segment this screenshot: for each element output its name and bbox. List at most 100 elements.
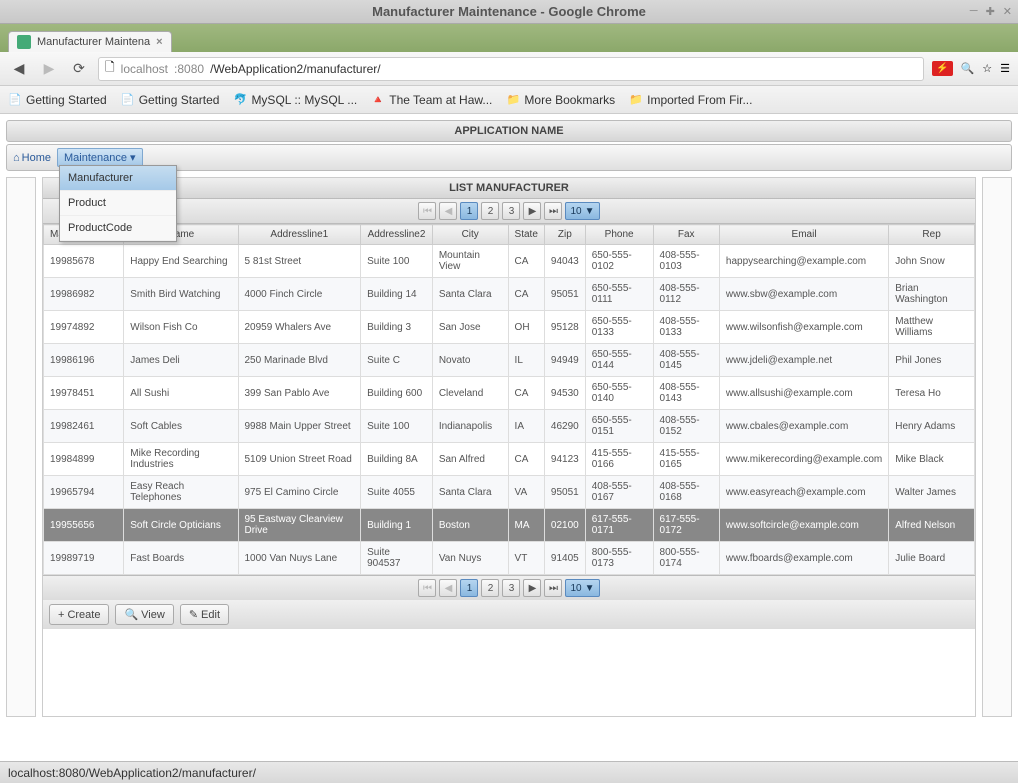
- cell-phone: 650-555-0111: [585, 278, 653, 311]
- column-header[interactable]: Rep: [889, 225, 975, 245]
- bookmark-label: More Bookmarks: [524, 93, 615, 107]
- cell-city: Cleveland: [432, 377, 508, 410]
- pager-page-2[interactable]: 2: [481, 202, 499, 220]
- pager-page-1[interactable]: 1: [460, 579, 478, 597]
- cell-fax: 408-555-0143: [653, 377, 719, 410]
- zoom-icon[interactable]: 🔍: [961, 62, 975, 75]
- bookmark-item[interactable]: 📁More Bookmarks: [506, 93, 615, 107]
- cell-fax: 408-555-0152: [653, 410, 719, 443]
- action-bar: +Create 🔍View ✎Edit: [43, 600, 975, 629]
- view-button[interactable]: 🔍View: [115, 604, 173, 625]
- star-icon[interactable]: ☆: [982, 62, 992, 75]
- table-row[interactable]: 19984899Mike Recording Industries5109 Un…: [44, 443, 975, 476]
- bookmark-item[interactable]: 🐬MySQL :: MySQL ...: [233, 93, 357, 107]
- column-header[interactable]: Fax: [653, 225, 719, 245]
- cell-city: Mountain View: [432, 245, 508, 278]
- maximize-icon[interactable]: ✚: [986, 5, 995, 18]
- column-header[interactable]: Email: [719, 225, 888, 245]
- cell-a1: 975 El Camino Circle: [238, 476, 361, 509]
- pager-page-2[interactable]: 2: [481, 579, 499, 597]
- table-row[interactable]: 19978451All Sushi399 San Pablo AveBuildi…: [44, 377, 975, 410]
- tab-close-icon[interactable]: ×: [156, 36, 162, 48]
- cell-email: www.wilsonfish@example.com: [719, 311, 888, 344]
- column-header[interactable]: Zip: [544, 225, 585, 245]
- cell-email: www.mikerecording@example.com: [719, 443, 888, 476]
- table-row[interactable]: 19986196James Deli250 Marinade BlvdSuite…: [44, 344, 975, 377]
- cell-state: MA: [508, 509, 544, 542]
- page-size-select[interactable]: 10 ▼: [565, 202, 599, 220]
- table-row[interactable]: 19974892Wilson Fish Co20959 Whalers AveB…: [44, 311, 975, 344]
- column-header[interactable]: Addressline2: [361, 225, 433, 245]
- pager-first[interactable]: ⏮: [418, 579, 436, 597]
- reload-button[interactable]: ⟳: [68, 58, 90, 80]
- cell-rep: Walter James: [889, 476, 975, 509]
- cell-name: Easy Reach Telephones: [124, 476, 238, 509]
- table-row[interactable]: 19989719Fast Boards1000 Van Nuys LaneSui…: [44, 542, 975, 575]
- menu-item-product[interactable]: Product: [60, 191, 176, 216]
- forward-button[interactable]: ▶: [38, 58, 60, 80]
- pager-prev[interactable]: ◀: [439, 202, 457, 220]
- cell-a2: Building 14: [361, 278, 433, 311]
- close-icon[interactable]: ✕: [1003, 5, 1012, 18]
- cell-phone: 650-555-0144: [585, 344, 653, 377]
- home-crumb[interactable]: ⌂ Home: [13, 152, 51, 164]
- cell-phone: 650-555-0151: [585, 410, 653, 443]
- back-button[interactable]: ◀: [8, 58, 30, 80]
- bookmark-item[interactable]: 🔺The Team at Haw...: [371, 93, 492, 107]
- bookmark-item[interactable]: 📁Imported From Fir...: [629, 93, 752, 107]
- menu-item-manufacturer[interactable]: Manufacturer: [60, 166, 176, 191]
- table-row[interactable]: 19986982Smith Bird Watching4000 Finch Ci…: [44, 278, 975, 311]
- bookmark-item[interactable]: 📄Getting Started: [8, 93, 107, 107]
- column-header[interactable]: City: [432, 225, 508, 245]
- pager-page-3[interactable]: 3: [502, 202, 520, 220]
- cell-a2: Suite 100: [361, 410, 433, 443]
- cell-name: All Sushi: [124, 377, 238, 410]
- cell-email: www.fboards@example.com: [719, 542, 888, 575]
- pager-next[interactable]: ▶: [523, 202, 541, 220]
- column-header[interactable]: Addressline1: [238, 225, 361, 245]
- extension-icon[interactable]: ⚡: [932, 61, 952, 76]
- column-header[interactable]: Phone: [585, 225, 653, 245]
- bookmark-item[interactable]: 📄Getting Started: [121, 93, 220, 107]
- cell-a2: Building 8A: [361, 443, 433, 476]
- pager-next[interactable]: ▶: [523, 579, 541, 597]
- cell-a1: 399 San Pablo Ave: [238, 377, 361, 410]
- menu-icon[interactable]: ☰: [1000, 62, 1010, 75]
- column-header[interactable]: State: [508, 225, 544, 245]
- pager-page-3[interactable]: 3: [502, 579, 520, 597]
- create-button[interactable]: +Create: [49, 604, 109, 625]
- cell-rep: Brian Washington: [889, 278, 975, 311]
- cell-city: Van Nuys: [432, 542, 508, 575]
- cell-zip: 94123: [544, 443, 585, 476]
- pager-prev[interactable]: ◀: [439, 579, 457, 597]
- pager-last[interactable]: ⏭: [544, 202, 562, 220]
- url-bar[interactable]: 🗋 localhost:8080/WebApplication2/manufac…: [98, 57, 924, 81]
- cell-email: www.easyreach@example.com: [719, 476, 888, 509]
- cell-a2: Suite 100: [361, 245, 433, 278]
- cell-zip: 95128: [544, 311, 585, 344]
- table-row[interactable]: 19955656Soft Circle Opticians95 Eastway …: [44, 509, 975, 542]
- page-size-select[interactable]: 10 ▼: [565, 579, 599, 597]
- pager-last[interactable]: ⏭: [544, 579, 562, 597]
- minimize-icon[interactable]: ─: [970, 5, 978, 18]
- cell-city: Boston: [432, 509, 508, 542]
- cell-fax: 408-555-0168: [653, 476, 719, 509]
- cell-fax: 408-555-0103: [653, 245, 719, 278]
- status-text: localhost:8080/WebApplication2/manufactu…: [8, 766, 256, 780]
- table-row[interactable]: 19965794Easy Reach Telephones975 El Cami…: [44, 476, 975, 509]
- menu-item-productcode[interactable]: ProductCode: [60, 216, 176, 241]
- cell-rep: Matthew Williams: [889, 311, 975, 344]
- table-row[interactable]: 19985678Happy End Searching5 81st Street…: [44, 245, 975, 278]
- cell-city: Indianapolis: [432, 410, 508, 443]
- window-title: Manufacturer Maintenance - Google Chrome: [372, 4, 646, 19]
- cell-a1: 9988 Main Upper Street: [238, 410, 361, 443]
- cell-state: OH: [508, 311, 544, 344]
- bookmark-label: MySQL :: MySQL ...: [251, 93, 357, 107]
- cell-city: Santa Clara: [432, 476, 508, 509]
- browser-tab[interactable]: Manufacturer Maintena ×: [8, 31, 172, 52]
- pager-page-1[interactable]: 1: [460, 202, 478, 220]
- cell-zip: 94043: [544, 245, 585, 278]
- edit-button[interactable]: ✎Edit: [180, 604, 229, 625]
- table-row[interactable]: 19982461Soft Cables9988 Main Upper Stree…: [44, 410, 975, 443]
- pager-first[interactable]: ⏮: [418, 202, 436, 220]
